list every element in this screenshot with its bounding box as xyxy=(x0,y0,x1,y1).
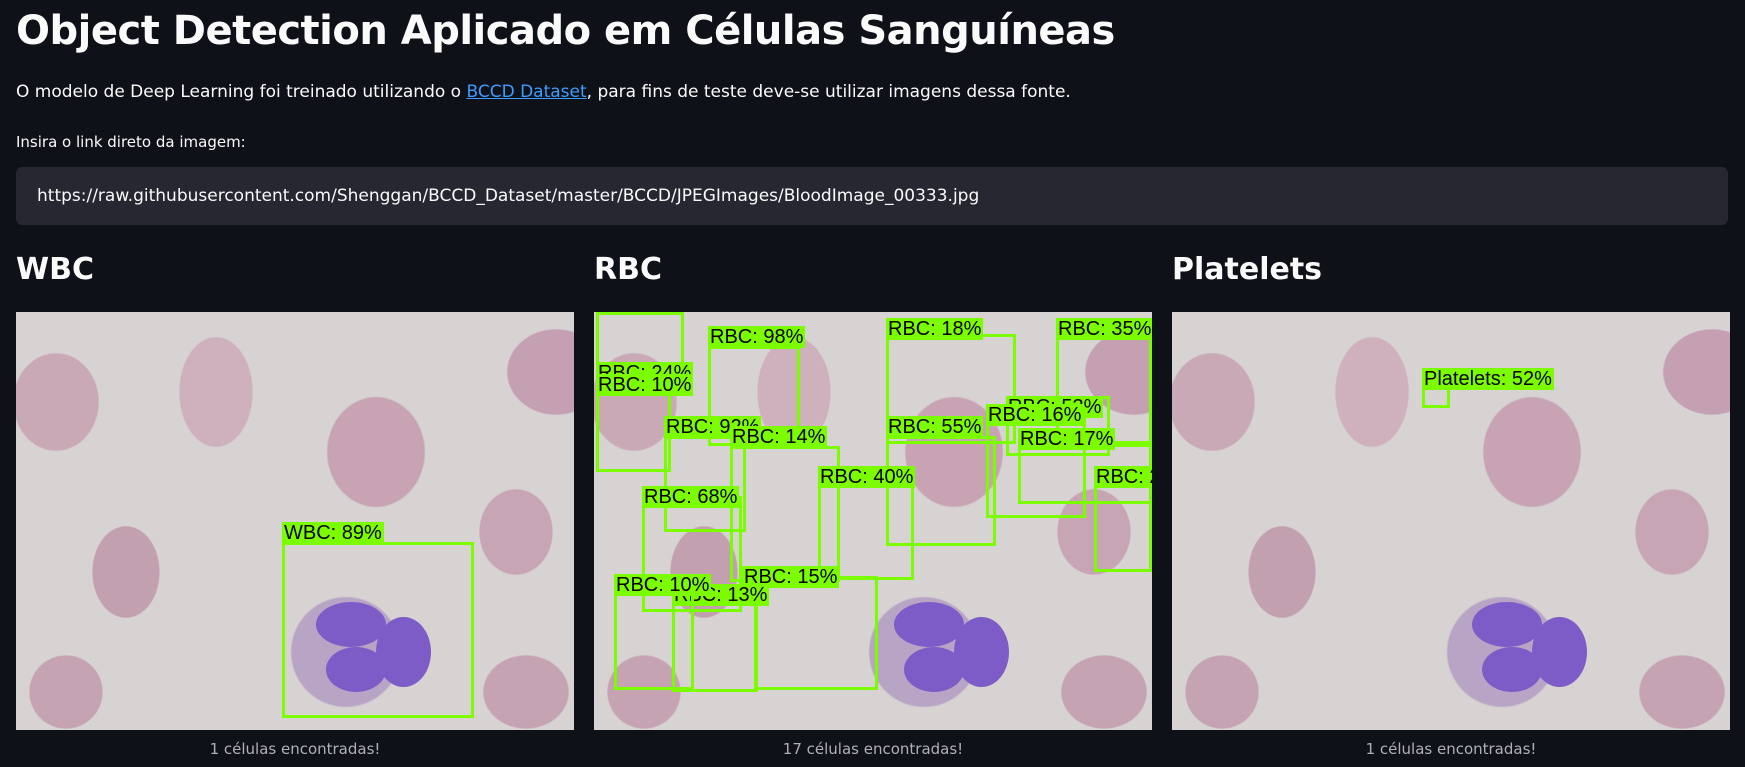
detection-label: RBC: 35% xyxy=(1056,318,1152,340)
detection-label: RBC: 20% xyxy=(1094,466,1152,488)
wbc-detection-image: WBC: 89% xyxy=(16,312,574,730)
intro-text-before: O modelo de Deep Learning foi treinado u… xyxy=(16,82,467,102)
detection-box xyxy=(282,542,474,718)
wbc-column-title: WBC xyxy=(16,252,94,287)
detection-box xyxy=(596,392,671,472)
detection-label: RBC: 98% xyxy=(708,326,806,348)
detection-label: RBC: 10% xyxy=(596,374,694,396)
platelets-count-caption: 1 células encontradas! xyxy=(1365,740,1537,758)
platelets-column-title: Platelets xyxy=(1172,252,1323,287)
detection-box xyxy=(1094,476,1152,572)
detection-box xyxy=(754,576,878,690)
detection-label: RBC: 18% xyxy=(886,318,984,340)
detection-label: RBC: 68% xyxy=(642,486,740,508)
detection-label: RBC: 14% xyxy=(730,426,828,448)
rbc-count-caption: 17 células encontradas! xyxy=(782,740,964,758)
url-input-label: Insira o link direto da imagem: xyxy=(16,133,246,151)
intro-text: O modelo de Deep Learning foi treinado u… xyxy=(16,82,1071,102)
wbc-nucleus xyxy=(904,647,964,692)
detection-label: RBC: 40% xyxy=(818,466,916,488)
detection-label: Platelets: 52% xyxy=(1422,368,1554,390)
detection-label: RBC: 55% xyxy=(886,416,984,438)
bccd-dataset-link[interactable]: BCCD Dataset xyxy=(466,82,586,102)
wbc-nucleus xyxy=(1472,602,1542,647)
intro-text-after: , para fins de teste deve-se utilizar im… xyxy=(586,82,1071,102)
detection-label: RBC: 17% xyxy=(1018,428,1116,450)
wbc-count-caption: 1 células encontradas! xyxy=(209,740,381,758)
detection-box xyxy=(614,586,694,690)
wbc-nucleus xyxy=(1482,647,1542,692)
wbc-nucleus xyxy=(894,602,964,647)
rbc-column-title: RBC xyxy=(594,252,662,287)
detection-label: RBC: 10% xyxy=(614,574,712,596)
page-title: Object Detection Aplicado em Células San… xyxy=(16,8,1115,54)
image-url-input[interactable] xyxy=(16,167,1728,225)
detection-label: RBC: 16% xyxy=(986,404,1084,426)
detection-label: WBC: 89% xyxy=(282,522,384,544)
rbc-detection-image: RBC: 24% RBC: 10% RBC: 98% RBC: 18% RBC:… xyxy=(594,312,1152,730)
platelets-detection-image: Platelets: 52% xyxy=(1172,312,1730,730)
